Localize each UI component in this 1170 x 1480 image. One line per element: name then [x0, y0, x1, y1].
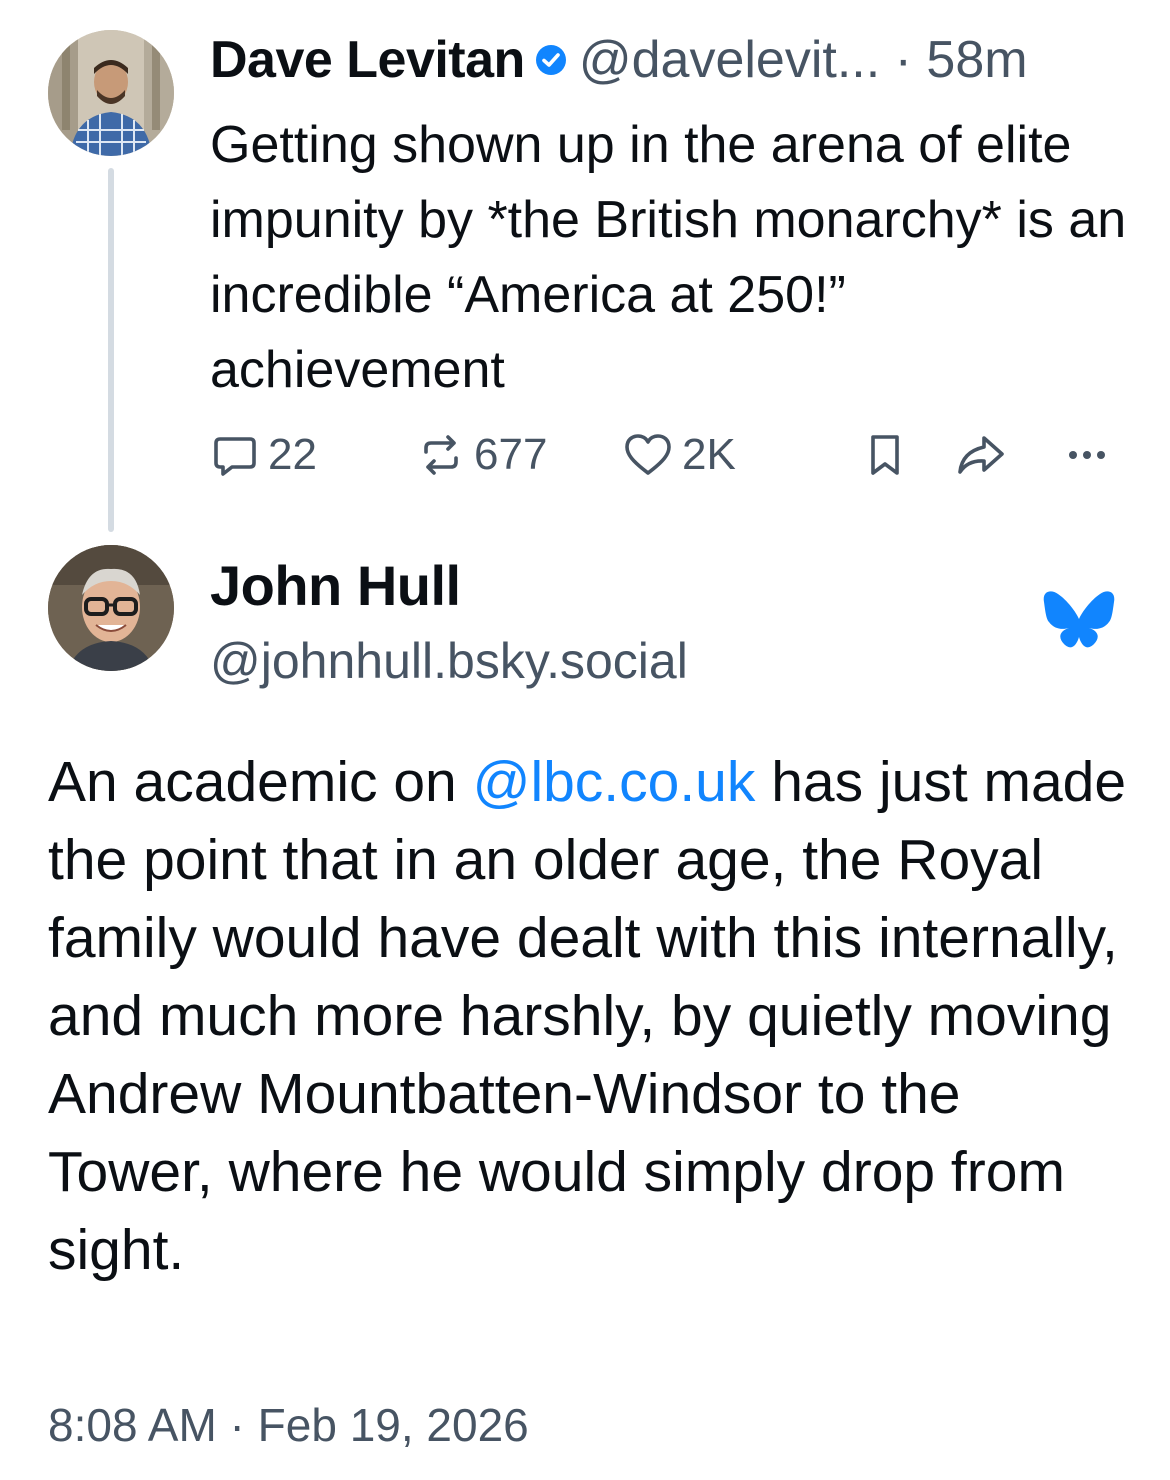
heart-icon — [622, 430, 674, 480]
thread-connector-line — [108, 168, 114, 532]
more-options-button[interactable] — [1062, 420, 1112, 490]
reply-count: 22 — [268, 430, 317, 479]
mention-link[interactable]: @lbc.co.uk — [473, 750, 756, 814]
share-icon — [954, 430, 1008, 480]
post-action-bar: 22 677 2K — [210, 420, 1120, 490]
more-options-icon — [1062, 430, 1112, 480]
verified-badge-icon — [535, 44, 567, 76]
post-time-ago[interactable]: 58m — [926, 31, 1027, 89]
avatar-image — [48, 30, 174, 156]
repost-icon — [416, 430, 466, 480]
reply-bubble-icon — [210, 430, 260, 480]
like-button[interactable]: 2K — [622, 420, 736, 490]
like-count: 2K — [682, 430, 736, 479]
author-handle[interactable]: @davelevit... — [579, 31, 880, 89]
quoted-author-handle[interactable]: @johnhull.bsky.social — [210, 632, 688, 690]
author-name[interactable]: Dave Levitan — [210, 30, 525, 90]
post-header: Dave Levitan @davelevit... · 58m — [210, 28, 1028, 92]
reply-button[interactable]: 22 — [210, 420, 317, 490]
separator-dot: · — [894, 31, 912, 89]
repost-count: 677 — [474, 430, 548, 479]
bluesky-butterfly-icon — [1042, 590, 1116, 661]
quoted-text-end: has just made the point that in an older… — [48, 750, 1127, 1282]
quoted-post-text: An academic on @lbc.co.uk has just made … — [48, 743, 1128, 1289]
quoted-text-start: An academic on — [48, 750, 473, 814]
avatar-image — [48, 545, 174, 671]
repost-button[interactable]: 677 — [416, 420, 547, 490]
post-text: Getting shown up in the arena of elite i… — [210, 116, 1127, 399]
avatar[interactable] — [48, 30, 174, 156]
bookmark-button[interactable] — [862, 420, 908, 490]
share-button[interactable] — [954, 420, 1008, 490]
post-timestamp[interactable]: 8:08 AM · Feb 19, 2026 — [48, 1398, 529, 1452]
bookmark-icon — [862, 430, 908, 480]
quoted-author-name[interactable]: John Hull — [210, 553, 461, 618]
quoted-author-avatar[interactable] — [48, 545, 174, 671]
